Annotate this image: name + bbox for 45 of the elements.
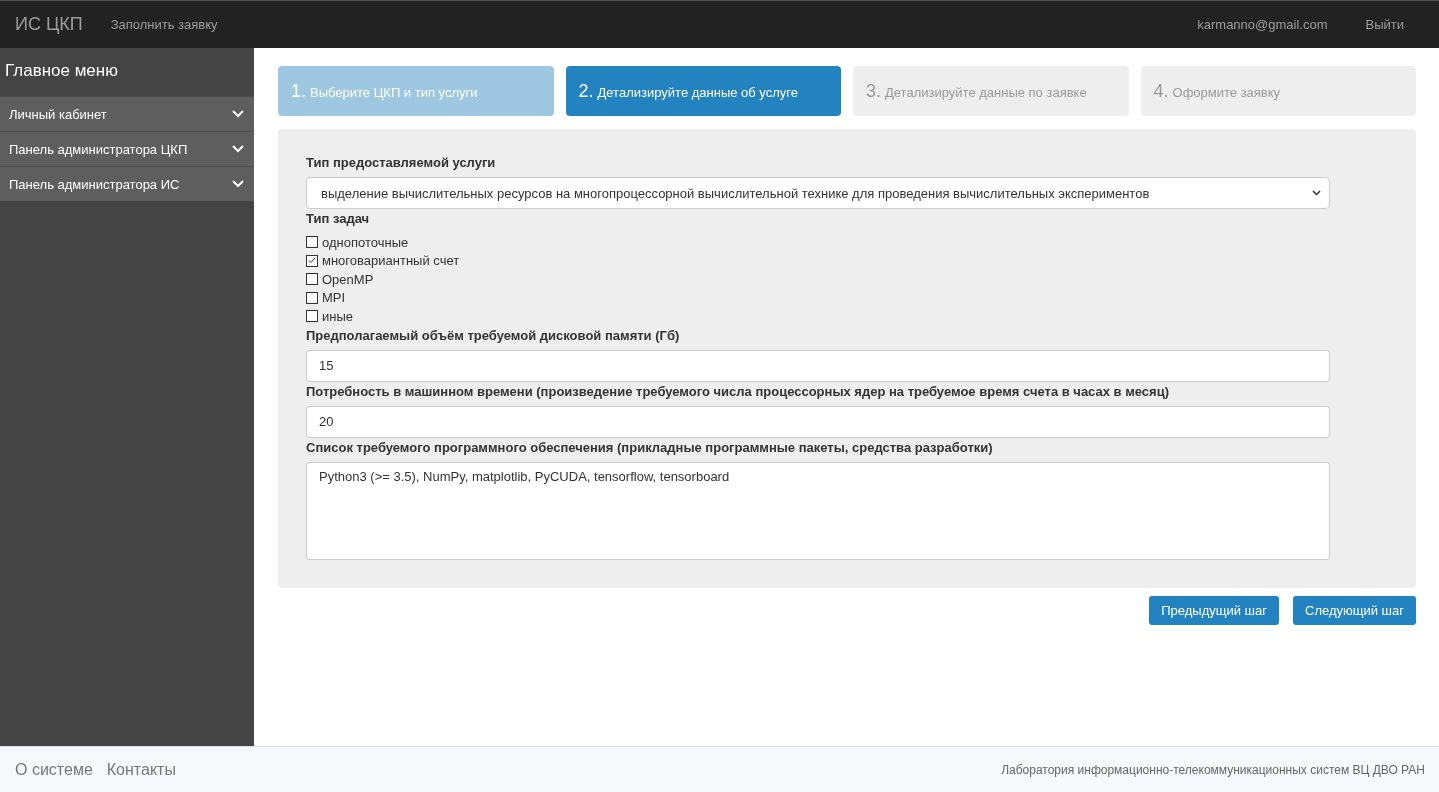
checkbox-label: MPI [322,290,346,306]
sidebar-title: Главное меню [4,60,119,82]
checkbox-label: многовариантный счет [322,253,460,269]
checkbox[interactable] [306,310,318,323]
checkmark-icon [308,257,316,265]
checkbox-label: однопоточные [322,234,409,250]
field-label: Тип предоставляемой услуги [306,155,497,170]
field-label: Тип задач [306,211,371,226]
logout-link[interactable]: Выйти [1365,17,1404,32]
sidebar-item[interactable]: Панель администратора ИС [0,166,254,201]
step-label: Детализируйте данные по заявке [885,84,1087,100]
chevron-down-icon [1312,190,1321,196]
chevron-down-icon [232,180,244,188]
field-label: Предполагаемый объём требуемой дисковой памяти (Гб) [306,327,681,343]
sidebar-item[interactable]: Личный кабинет [0,96,254,131]
chevron-down-icon [232,145,244,153]
input-field[interactable]: 15 [306,349,1330,382]
checkbox[interactable] [306,236,318,249]
step-label: Оформите заявку [1172,84,1281,100]
footer-link[interactable]: Контакты [106,760,176,779]
step-number: 4. [1153,80,1169,102]
next-step-button[interactable]: Следующий шаг [1293,595,1416,625]
footer-credit: Лаборатория информационно-телекоммуникационных систем ВЦ ДВО РАН [1001,762,1425,777]
service-type-select[interactable]: выделение вычислительных ресурсов на многопроцессорной вычислительной технике для проведения вычислительных экспериментов [306,177,1330,209]
input-field[interactable]: 20 [306,405,1330,438]
footer-link[interactable]: О системе [15,760,93,779]
text-area[interactable]: Python3 (>= 3.5), NumPy, matplotlib, PyCUDA, tensorflow, tensorboard [306,461,1330,560]
step-number: 3. [866,80,881,102]
field-label: Потребность в машинном времени (произведение требуемого числа процессорных ядер на требуемое время счета в часах в месяц) [306,383,1170,399]
checkbox-label: OpenMP [322,271,374,287]
checkbox-label: иные [322,308,353,324]
nav-link[interactable]: Заполнить заявку [110,17,218,32]
step-label: Выберите ЦКП и тип услуги [310,84,478,100]
brand-link[interactable]: ИС ЦКП [15,14,83,35]
field-label: Список требуемого программного обеспечения (прикладные программные пакеты, средства разработки) [306,439,994,455]
step-number: 2. [578,80,594,102]
checkbox[interactable] [306,254,318,267]
sidebar-item[interactable]: Панель администратора ЦКП [0,131,254,166]
step-number: 1. [291,80,306,102]
step-label: Детализируйте данные об услуге [597,84,798,100]
checkbox[interactable] [306,273,318,286]
chevron-down-icon [232,110,244,118]
checkbox[interactable] [306,291,318,304]
previous-step-button[interactable]: Предыдущий шаг [1149,595,1279,625]
user-email: karmanno@gmail.com [1197,17,1328,32]
